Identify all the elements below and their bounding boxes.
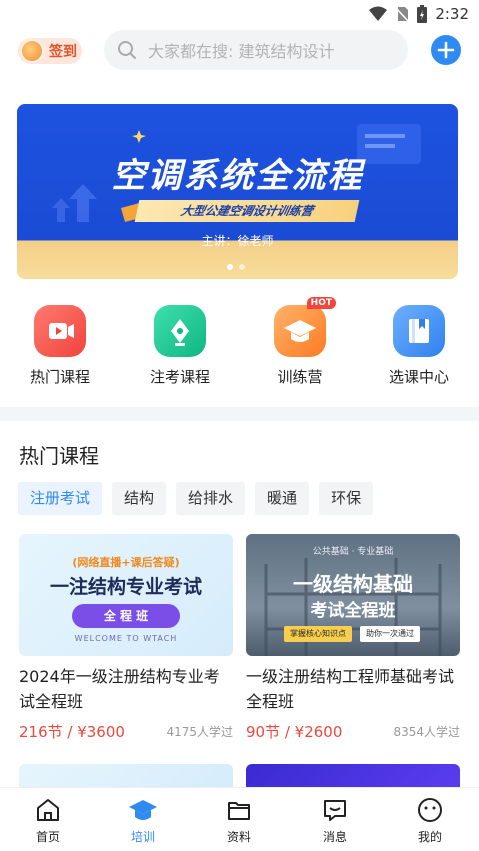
- course-thumbnail: 公共基础 · 专业基础 一级结构基础 考试全程班 掌握核心知识点 助你一次通过: [246, 534, 460, 656]
- tab-label: 培训: [130, 830, 155, 844]
- course-card[interactable]: 公共基础 · 专业基础 一级结构基础 考试全程班 掌握核心知识点 助你一次通过 …: [246, 534, 460, 742]
- tab-messages[interactable]: 消息: [305, 796, 365, 845]
- course-thumbnail: (网络直播+课后答疑) 一注结构专业考试 全 程 班 WELCOME TO WT…: [19, 534, 233, 656]
- banner-subtitle: 大型公建空调设计训练营: [134, 200, 360, 222]
- signin-button[interactable]: 签到: [18, 38, 82, 64]
- thumb-heading: 一级结构基础: [293, 572, 413, 596]
- thumb-tag: 掌握核心知识点: [284, 626, 352, 642]
- quick-nav-label: 选课中心: [388, 368, 449, 386]
- thumb-heading: 一注结构专业考试: [49, 576, 202, 598]
- no-sim-icon: [395, 7, 409, 22]
- promo-banner[interactable]: 空调系统全流程 大型公建空调设计训练营 主讲：徐老师: [17, 104, 458, 279]
- folder-icon: [228, 802, 250, 820]
- quick-nav-course-center[interactable]: 选课中心: [374, 305, 464, 387]
- category-chip[interactable]: 环保: [319, 482, 374, 515]
- quick-nav-label: 热门课程: [29, 368, 90, 386]
- banner-title: 空调系统全流程: [111, 156, 364, 196]
- course-title: 2024年一级注册结构专业考试全程班: [19, 667, 220, 711]
- banner-dot: [227, 264, 233, 270]
- course-card-peek[interactable]: [246, 764, 460, 788]
- category-chips: 注册考试 结构 给排水 暖通 环保: [18, 482, 374, 515]
- tab-label: 资料: [226, 830, 251, 844]
- course-meta: 216节 / ¥3600 4175人学过: [19, 721, 233, 742]
- quick-nav: 热门课程 注考课程 HOT 训练营 选课中心: [0, 297, 479, 387]
- quick-nav-hot-courses[interactable]: 热门课程: [15, 305, 105, 387]
- top-bar: 签到 大家都在搜: 建筑结构设计: [0, 30, 479, 70]
- bottom-tab-bar: 首页 培训 资料 消息 我的: [0, 787, 479, 851]
- wifi-icon: [369, 6, 388, 21]
- quick-nav-exam-courses[interactable]: 注考课程: [135, 305, 225, 387]
- search-icon: [118, 41, 136, 59]
- thumb-pill: 全 程 班: [72, 604, 180, 628]
- category-chip[interactable]: 暖通: [255, 482, 310, 515]
- graduation-cap-icon: HOT: [274, 297, 336, 357]
- search-input[interactable]: 大家都在搜: 建筑结构设计: [104, 30, 408, 70]
- hot-badge: HOT: [306, 297, 336, 309]
- course-learners: 8354人学过: [393, 725, 460, 739]
- tab-label: 消息: [322, 830, 347, 844]
- thumb-footer: WELCOME TO WTACH: [74, 634, 178, 643]
- thumb-subheading: 考试全程班: [310, 601, 396, 621]
- course-price: 216节 / ¥3600: [19, 723, 125, 741]
- status-time: 2:32: [435, 5, 469, 23]
- tab-materials[interactable]: 资料: [209, 796, 269, 845]
- plus-icon: [437, 41, 455, 59]
- battery-icon: [417, 5, 428, 23]
- video-icon: [34, 305, 86, 357]
- course-title: 一级注册结构工程师基础考试全程班: [246, 667, 455, 711]
- tab-profile[interactable]: 我的: [400, 796, 460, 845]
- book-icon: [393, 305, 445, 357]
- status-bar: 2:32: [0, 0, 479, 28]
- tab-training[interactable]: 培训: [113, 796, 173, 845]
- medal-icon: [20, 39, 44, 63]
- quick-nav-label: 注考课程: [149, 368, 210, 386]
- home-icon: [37, 799, 59, 821]
- course-price: 90节 / ¥2600: [246, 723, 343, 741]
- course-card-peek[interactable]: [19, 764, 233, 788]
- banner-teacher: 主讲：徐老师: [201, 234, 274, 248]
- add-button[interactable]: [431, 35, 461, 65]
- banner-dot: [239, 264, 245, 270]
- tab-label: 首页: [35, 830, 60, 844]
- graduation-cap-icon: [129, 800, 157, 820]
- thumb-caption: 公共基础 · 专业基础: [312, 547, 394, 557]
- tab-home[interactable]: 首页: [18, 796, 78, 845]
- message-icon: [324, 800, 346, 821]
- course-card[interactable]: (网络直播+课后答疑) 一注结构专业考试 全 程 班 WELCOME TO WT…: [19, 534, 233, 742]
- quick-nav-label: 训练营: [277, 368, 323, 386]
- course-learners: 4175人学过: [166, 725, 233, 739]
- tab-label: 我的: [417, 830, 442, 844]
- category-chip[interactable]: 注册考试: [18, 482, 103, 515]
- search-placeholder: 大家都在搜: 建筑结构设计: [148, 42, 335, 61]
- thumb-caption: (网络直播+课后答疑): [72, 556, 180, 569]
- quick-nav-training-camp[interactable]: HOT 训练营: [255, 297, 345, 387]
- pen-nib-icon: [154, 305, 206, 357]
- category-chip[interactable]: 结构: [112, 482, 167, 515]
- course-meta: 90节 / ¥2600 8354人学过: [246, 721, 460, 742]
- banner-pagination: [227, 264, 245, 270]
- category-chip[interactable]: 给排水: [176, 482, 246, 515]
- section-divider: [0, 407, 479, 421]
- thumb-tag: 助你一次通过: [360, 626, 420, 642]
- signin-label: 签到: [49, 44, 77, 60]
- section-title: 热门课程: [19, 444, 99, 468]
- profile-icon: [418, 798, 442, 822]
